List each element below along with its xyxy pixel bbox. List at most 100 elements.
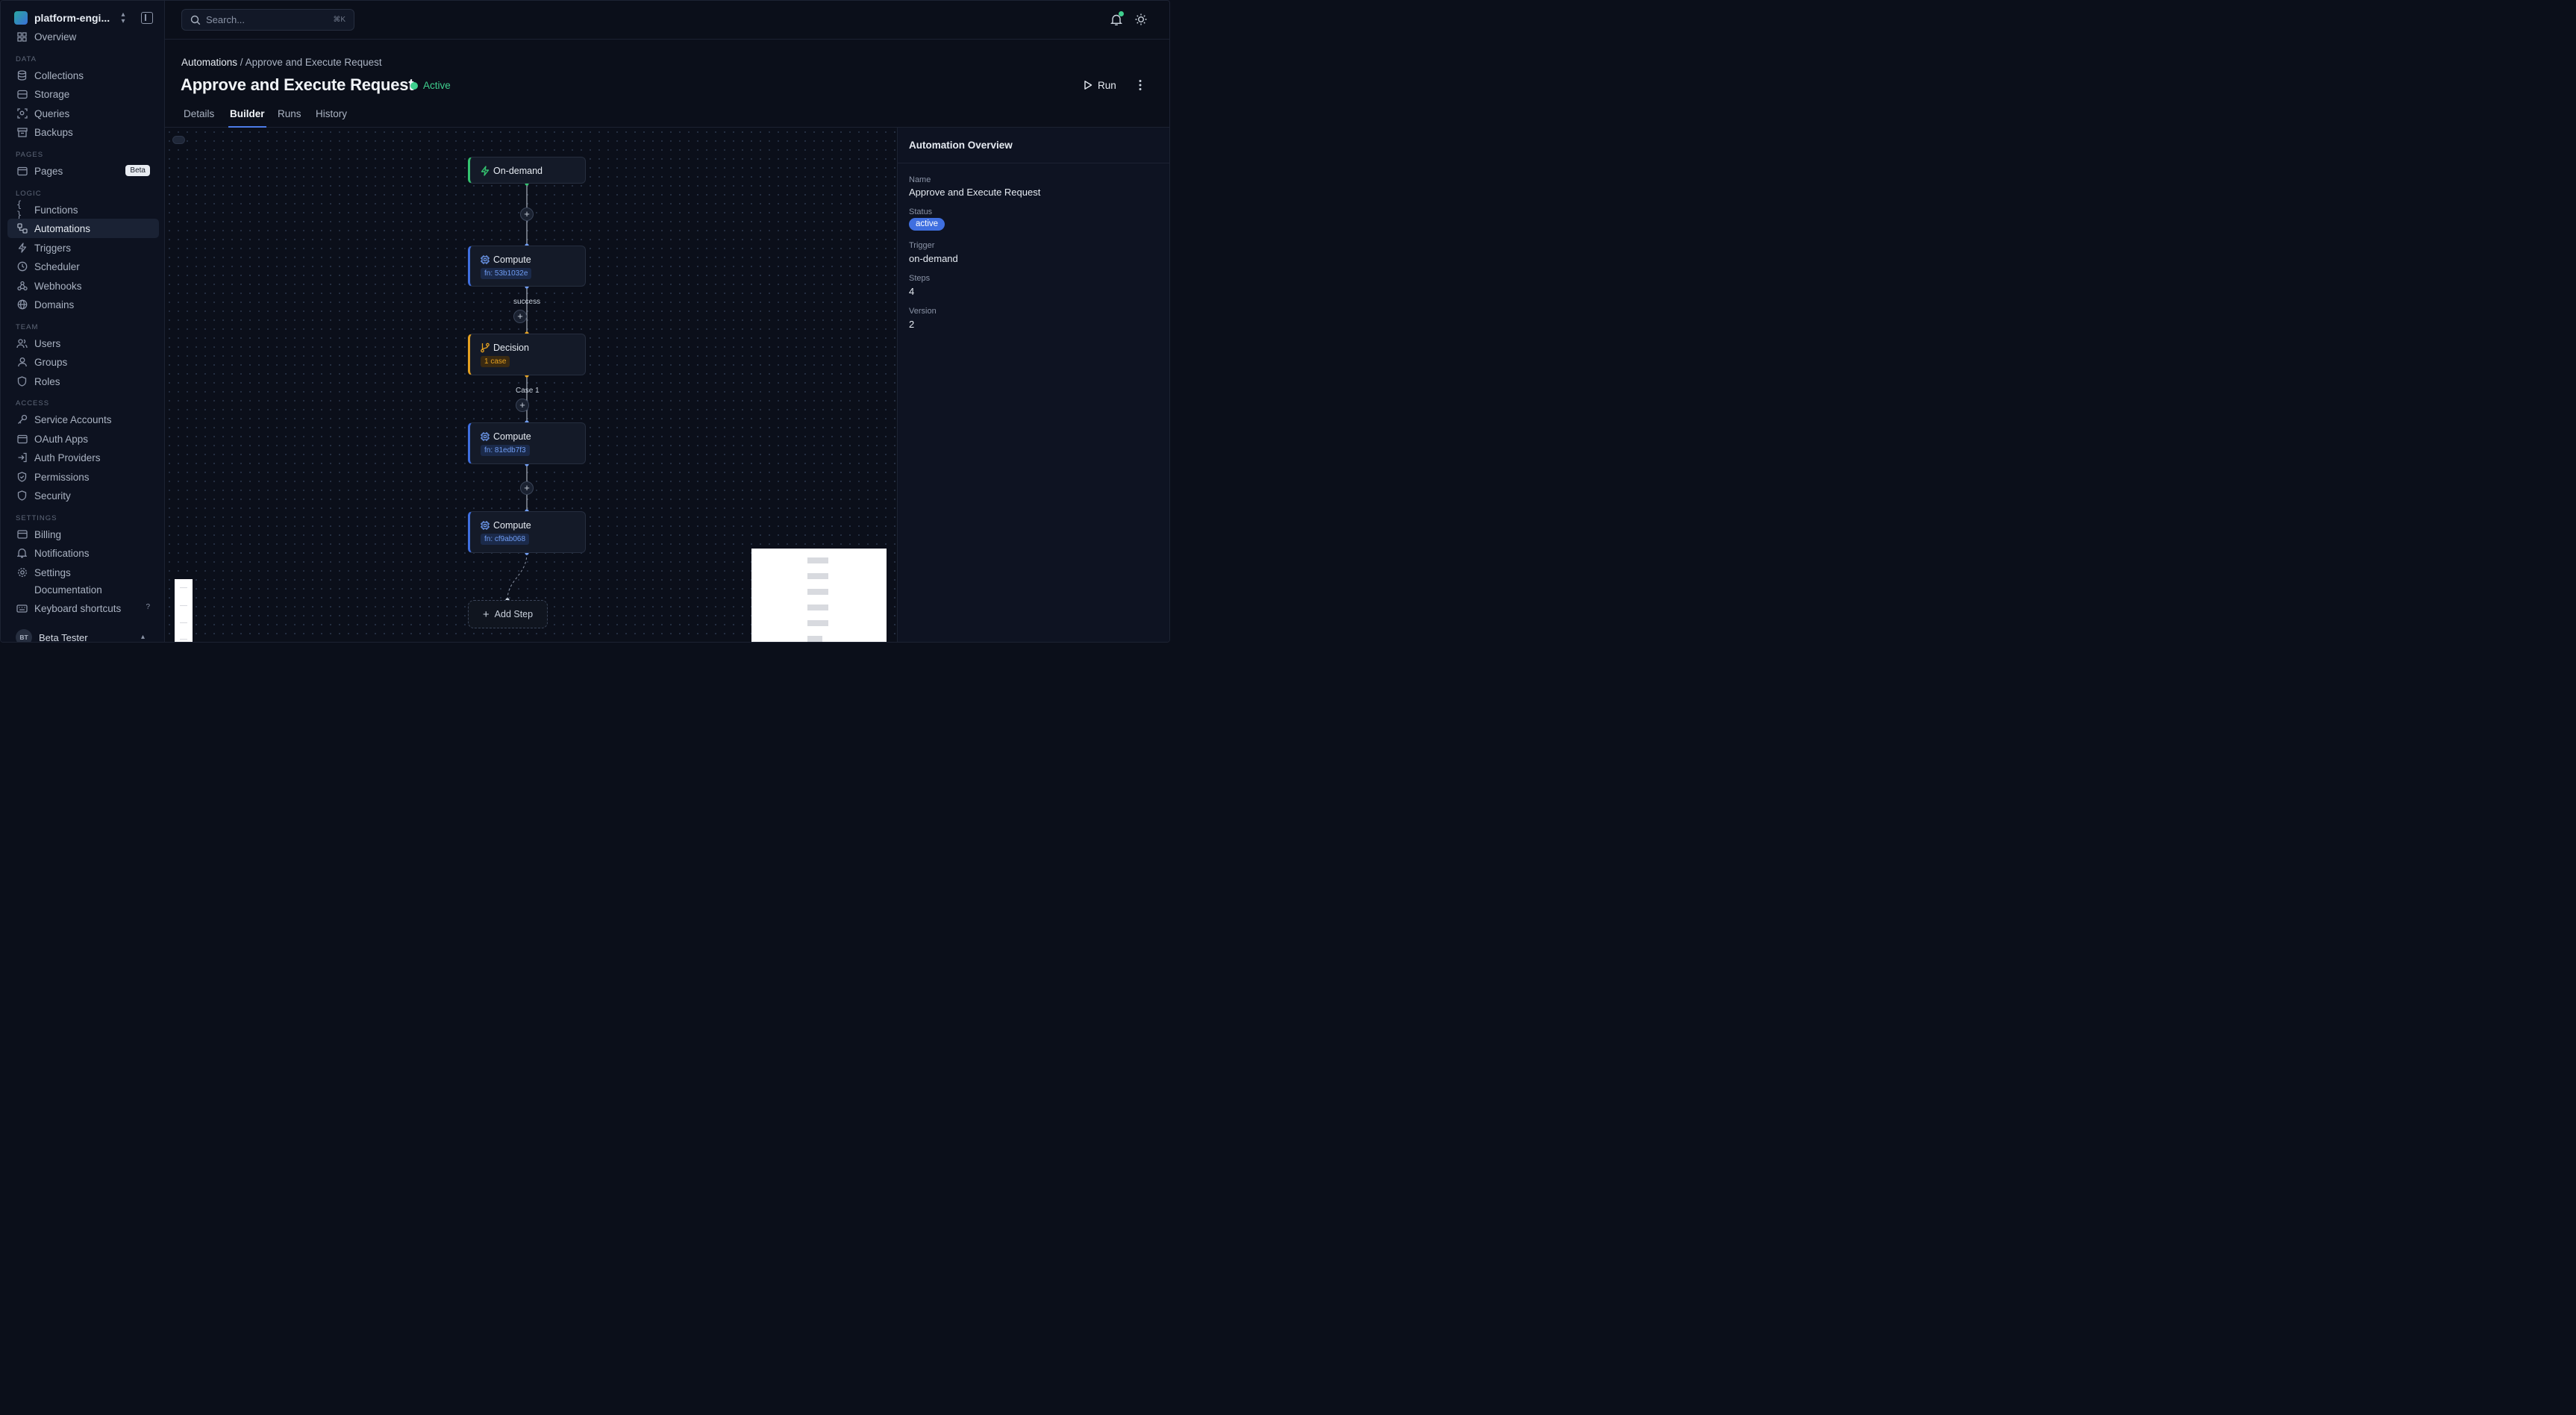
play-icon <box>1084 81 1092 90</box>
automation-overview-panel: Automation Overview Name Approve and Exe… <box>897 128 1169 642</box>
sidebar-item-overview[interactable]: Overview <box>7 27 159 46</box>
sidebar-item-label: Overview <box>34 31 77 43</box>
sidebar-item-label: Keyboard shortcuts <box>34 602 122 614</box>
breadcrumb-current: Approve and Execute Request <box>245 57 382 68</box>
zap-icon <box>481 166 490 176</box>
sidebar-item-label: Automations <box>34 222 91 234</box>
user-menu[interactable]: BT Beta Tester ▴ <box>16 629 145 643</box>
cpu-icon <box>481 255 490 264</box>
compute-node[interactable]: Compute fn: cf9ab068 <box>468 511 586 553</box>
sidebar-item-triggers[interactable]: Triggers <box>7 238 159 257</box>
section-pages: PAGES <box>16 151 44 159</box>
more-vertical-icon[interactable] <box>1134 78 1146 92</box>
sidebar-item-scheduler[interactable]: Scheduler <box>7 257 159 276</box>
steps-label: Steps <box>909 274 931 283</box>
workflow-icon <box>16 223 28 234</box>
search-shortcut: ⌘K <box>333 16 346 24</box>
sidebar-item-label: Settings <box>34 566 71 578</box>
tab-builder[interactable]: Builder <box>228 108 266 128</box>
sidebar-item-label: Webhooks <box>34 280 82 292</box>
status-dot <box>410 81 418 90</box>
sidebar-item-security[interactable]: Security <box>7 486 159 505</box>
braces-icon: { } <box>16 199 22 220</box>
add-step-plus-button[interactable]: + <box>520 481 534 495</box>
sidebar-item-collections[interactable]: Collections <box>7 66 159 85</box>
sidebar-item-label: OAuth Apps <box>34 433 89 445</box>
trigger-value: on-demand <box>909 253 958 264</box>
sidebar-item-label: Roles <box>34 375 60 387</box>
sidebar-item-storage[interactable]: Storage <box>7 84 159 104</box>
notification-dot <box>1119 11 1124 16</box>
status-label: Status <box>909 207 933 216</box>
clock-icon <box>16 261 28 272</box>
sidebar-item-roles[interactable]: Roles <box>7 372 159 391</box>
gear-icon <box>16 567 28 578</box>
breadcrumb: Automations / Approve and Execute Reques… <box>181 57 382 68</box>
tab-details[interactable]: Details <box>184 108 214 128</box>
sidebar-item-service-accounts[interactable]: Service Accounts <box>7 410 159 429</box>
add-step-plus-button[interactable]: + <box>516 399 529 412</box>
key-icon <box>16 414 28 425</box>
workspace-logo <box>14 11 28 25</box>
sidebar-item-auth-providers[interactable]: Auth Providers <box>7 448 159 467</box>
beta-badge: Beta <box>125 165 150 176</box>
bell-icon <box>16 548 28 559</box>
sidebar-item-notifications[interactable]: Notifications <box>7 543 159 563</box>
search-box[interactable]: ⌘K <box>181 9 354 31</box>
sidebar-item-label: Scheduler <box>34 260 80 272</box>
minimap[interactable] <box>751 549 887 642</box>
sidebar-item-label: Billing <box>34 528 62 540</box>
tab-history[interactable]: History <box>316 108 347 128</box>
sidebar-item-automations[interactable]: Automations <box>7 219 159 238</box>
compute-node[interactable]: Compute fn: 53b1032e <box>468 246 586 287</box>
status-label: Active <box>423 80 451 91</box>
grid-icon <box>16 31 28 43</box>
sidebar-item-label: Queries <box>34 107 70 119</box>
zoom-controls[interactable] <box>175 579 193 642</box>
sidebar-item-users[interactable]: Users <box>7 334 159 353</box>
log-in-icon <box>16 452 28 463</box>
add-step-plus-button[interactable]: + <box>520 207 534 221</box>
sidebar-item-domains[interactable]: Domains <box>7 295 159 314</box>
shortcut-hint: ? <box>146 603 150 611</box>
breadcrumb-separator: / <box>237 57 246 68</box>
run-button[interactable]: Run <box>1083 75 1116 95</box>
sidebar-item-billing[interactable]: Billing <box>7 525 159 544</box>
section-access: ACCESS <box>16 399 50 407</box>
trigger-node[interactable]: On-demand <box>468 157 586 184</box>
sidebar-item-queries[interactable]: Queries <box>7 104 159 123</box>
sidebar-item-oauth-apps[interactable]: OAuth Apps <box>7 429 159 449</box>
sidebar-item-documentation[interactable]: Documentation <box>7 580 159 599</box>
breadcrumb-automations-link[interactable]: Automations <box>181 57 237 68</box>
sidebar-item-webhooks[interactable]: Webhooks <box>7 276 159 296</box>
credit-card-icon <box>16 529 28 540</box>
canvas-toggle[interactable] <box>172 136 185 144</box>
sun-icon[interactable] <box>1134 13 1148 26</box>
search-input[interactable] <box>206 14 318 25</box>
workspace-name: platform-engi... <box>34 12 110 24</box>
tab-runs[interactable]: Runs <box>278 108 301 128</box>
add-step-button[interactable]: + Add Step <box>468 600 548 628</box>
sidebar-item-label: Pages <box>34 165 63 177</box>
sidebar-item-backups[interactable]: Backups <box>7 122 159 142</box>
user-name: Beta Tester <box>39 631 88 643</box>
compute-node[interactable]: Compute fn: 81edb7f3 <box>468 422 586 464</box>
status-badge: Active <box>410 80 451 91</box>
book-icon <box>16 584 28 596</box>
decision-node[interactable]: Decision 1 case <box>468 334 586 375</box>
sidebar-item-pages[interactable]: Pages Beta <box>7 161 159 181</box>
sidebar-item-label: Security <box>34 490 71 502</box>
sidebar-item-label: Domains <box>34 299 75 310</box>
sidebar-item-groups[interactable]: Groups <box>7 352 159 372</box>
edge-label-case: Case 1 <box>516 387 540 395</box>
sidebar-item-functions[interactable]: { } Functions <box>7 199 159 220</box>
node-title: Compute <box>493 431 531 442</box>
sidebar-item-label: Service Accounts <box>34 413 112 425</box>
workspace-switcher[interactable]: platform-engi... ▴ ▾ <box>7 8 160 28</box>
sidebar-item-permissions[interactable]: Permissions <box>7 467 159 487</box>
sidebar-item-keyboard-shortcuts[interactable]: Keyboard shortcuts ? <box>7 599 159 618</box>
add-step-plus-button[interactable]: + <box>513 310 527 323</box>
collapse-sidebar-icon[interactable] <box>141 12 153 24</box>
cpu-icon <box>481 432 490 441</box>
chevron-up-icon: ▴ <box>141 633 146 641</box>
